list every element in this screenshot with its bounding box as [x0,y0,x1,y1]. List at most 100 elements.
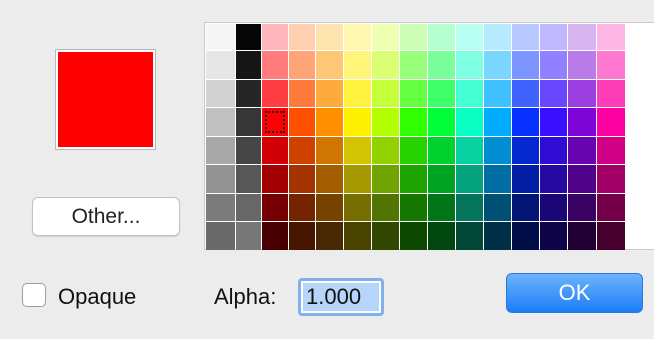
palette-swatch[interactable] [262,194,288,221]
palette-swatch[interactable] [289,194,315,221]
palette-swatch[interactable] [400,222,427,250]
palette-swatch[interactable] [512,108,539,136]
palette-swatch[interactable] [428,137,455,164]
palette-swatch[interactable] [262,165,288,193]
palette-swatch[interactable] [316,51,343,79]
palette-swatch[interactable] [372,108,399,136]
palette-swatch[interactable] [372,51,399,79]
palette-swatch[interactable] [372,80,399,107]
palette-swatch[interactable] [512,194,539,221]
palette-swatch[interactable] [512,51,539,79]
palette-swatch[interactable] [456,108,483,136]
palette-swatch[interactable] [289,137,315,164]
palette-swatch[interactable] [344,80,371,107]
palette-swatch[interactable] [372,24,399,50]
palette-swatch[interactable] [344,194,371,221]
palette-swatch[interactable] [568,24,596,50]
palette-swatch[interactable] [262,80,288,107]
palette-swatch[interactable] [316,194,343,221]
palette-swatch[interactable] [344,108,371,136]
palette-swatch[interactable] [568,51,596,79]
palette-swatch[interactable] [344,51,371,79]
palette-swatch[interactable] [372,137,399,164]
palette-swatch[interactable] [512,165,539,193]
palette-swatch[interactable] [289,222,315,250]
palette-swatch[interactable] [400,137,427,164]
palette-swatch[interactable] [372,194,399,221]
palette-swatch[interactable] [206,137,235,164]
palette-swatch[interactable] [597,137,625,164]
palette-swatch[interactable] [206,24,235,50]
palette-swatch[interactable] [316,222,343,250]
palette-swatch[interactable] [262,24,288,50]
palette-swatch[interactable] [206,165,235,193]
palette-swatch[interactable] [400,51,427,79]
palette-swatch[interactable] [289,24,315,50]
palette-swatch[interactable] [597,80,625,107]
palette-swatch[interactable] [316,80,343,107]
palette-swatch[interactable] [568,165,596,193]
palette-swatch[interactable] [568,137,596,164]
palette-swatch[interactable] [316,24,343,50]
palette-swatch[interactable] [428,194,455,221]
palette-swatch[interactable] [289,165,315,193]
palette-swatch[interactable] [428,108,455,136]
palette-swatch[interactable] [540,165,567,193]
palette-swatch[interactable] [289,80,315,107]
palette-swatch[interactable] [262,137,288,164]
palette-swatch[interactable] [236,165,261,193]
palette-swatch[interactable] [512,222,539,250]
palette-swatch[interactable] [540,51,567,79]
palette-swatch[interactable] [289,51,315,79]
palette-swatch[interactable] [236,51,261,79]
palette-swatch[interactable] [372,165,399,193]
palette-swatch[interactable] [512,137,539,164]
palette-swatch[interactable] [400,24,427,50]
palette-swatch[interactable] [456,194,483,221]
palette-swatch[interactable] [316,108,343,136]
palette-swatch[interactable] [484,194,511,221]
palette-swatch[interactable] [206,51,235,79]
palette-swatch[interactable] [344,165,371,193]
palette-swatch[interactable] [206,80,235,107]
palette-swatch[interactable] [540,24,567,50]
palette-swatch[interactable] [236,80,261,107]
palette-swatch[interactable] [236,24,261,50]
palette-swatch[interactable] [428,165,455,193]
opaque-checkbox[interactable] [22,283,46,307]
palette-swatch[interactable] [400,80,427,107]
palette-swatch[interactable] [428,51,455,79]
palette-swatch[interactable] [484,165,511,193]
palette-swatch[interactable] [236,108,261,136]
palette-swatch[interactable] [568,108,596,136]
palette-swatch[interactable] [484,137,511,164]
palette-swatch[interactable] [316,137,343,164]
palette-swatch[interactable] [540,194,567,221]
palette-swatch[interactable] [262,51,288,79]
palette-swatch[interactable] [400,194,427,221]
palette-swatch[interactable] [484,108,511,136]
palette-swatch[interactable] [400,165,427,193]
palette-swatch[interactable] [597,51,625,79]
palette-swatch[interactable] [568,222,596,250]
palette-swatch[interactable] [206,222,235,250]
color-palette[interactable] [204,22,654,250]
palette-swatch[interactable] [400,108,427,136]
palette-swatch[interactable] [597,222,625,250]
palette-swatch[interactable] [316,165,343,193]
palette-swatch[interactable] [512,24,539,50]
palette-swatch[interactable] [456,24,483,50]
palette-swatch[interactable] [456,80,483,107]
palette-swatch[interactable] [540,137,567,164]
palette-swatch[interactable] [568,80,596,107]
palette-swatch[interactable] [568,194,596,221]
other-button[interactable]: Other... [32,197,180,236]
palette-swatch[interactable] [262,108,288,136]
palette-swatch[interactable] [597,165,625,193]
palette-swatch[interactable] [597,108,625,136]
palette-swatch[interactable] [428,24,455,50]
palette-swatch[interactable] [289,108,315,136]
palette-swatch[interactable] [540,108,567,136]
palette-swatch[interactable] [540,222,567,250]
alpha-input[interactable] [303,283,379,311]
